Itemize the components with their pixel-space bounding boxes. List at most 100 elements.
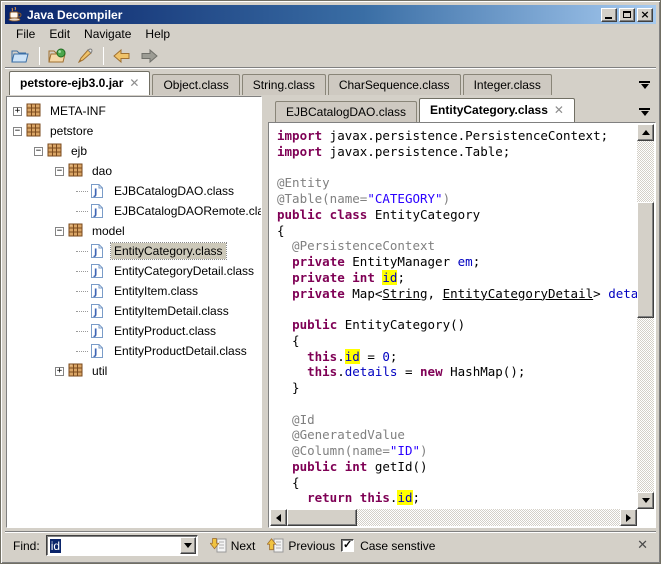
tree-item-label: dao <box>89 163 115 179</box>
tree-item[interactable]: JEntityCategory.class <box>7 241 261 261</box>
tree-item-label: EntityItem.class <box>111 283 201 299</box>
menu-help[interactable]: Help <box>138 25 177 43</box>
tab-close-icon[interactable]: ✕ <box>554 105 564 115</box>
tree-connector <box>76 251 88 252</box>
collapse-icon[interactable]: − <box>13 127 22 136</box>
tree-item-label: EntityItemDetail.class <box>111 303 232 319</box>
code-line <box>277 396 637 412</box>
jar-tab[interactable]: Object.class <box>152 74 239 95</box>
vertical-scroll-thumb[interactable] <box>637 202 654 318</box>
tree-item[interactable]: − dao <box>7 161 261 181</box>
vertical-scrollbar[interactable] <box>637 124 654 509</box>
svg-text:J: J <box>93 288 97 298</box>
jar-tab[interactable]: petstore-ejb3.0.jar✕ <box>9 71 150 95</box>
package-icon <box>26 103 43 119</box>
scroll-left-icon[interactable] <box>270 509 287 526</box>
class-icon: J <box>90 303 107 319</box>
class-icon: J <box>90 243 107 259</box>
tab-label: CharSequence.class <box>339 78 450 92</box>
main-content: +META-INF−petstore−ejb−daoJEJBCatalogDAO… <box>5 95 656 529</box>
find-bar: Find: id Next Previo <box>5 531 656 559</box>
tab-label: Integer.class <box>474 78 541 92</box>
tree-item[interactable]: J EntityItem.class <box>7 281 261 301</box>
tree-item[interactable]: JEntityProduct.class <box>7 321 261 341</box>
package-icon <box>26 123 43 139</box>
code-line: @Id <box>277 412 637 428</box>
menu-bar: FileEditNavigateHelp <box>5 24 656 44</box>
horizontal-scrollbar[interactable] <box>270 509 637 526</box>
jar-tab[interactable]: Integer.class <box>463 74 552 95</box>
menu-navigate[interactable]: Navigate <box>77 25 138 43</box>
find-previous-button[interactable]: Previous <box>267 537 335 554</box>
tree-item[interactable]: JEntityCategoryDetail.class <box>7 261 261 281</box>
maximize-button[interactable] <box>619 8 635 22</box>
tree-item[interactable]: − ejb <box>7 141 261 161</box>
find-close-icon[interactable]: ✕ <box>637 538 648 553</box>
find-input-value: id <box>50 539 61 553</box>
tree-item-label: EntityCategory.class <box>111 243 226 259</box>
tree-item-label: ejb <box>68 143 90 159</box>
tree-item[interactable]: +META-INF <box>7 101 261 121</box>
tree-item[interactable]: JEntityItemDetail.class <box>7 301 261 321</box>
collapse-icon[interactable]: − <box>55 227 64 236</box>
coffee-cup-icon <box>8 7 23 22</box>
forward-icon[interactable] <box>137 45 161 67</box>
collapse-icon[interactable]: − <box>55 167 64 176</box>
menu-file[interactable]: File <box>9 25 42 43</box>
tree-item-label: EntityProductDetail.class <box>111 343 250 359</box>
tab-overflow-icon[interactable] <box>639 81 650 89</box>
toolbar <box>5 44 656 68</box>
tree-item-label: EJBCatalogDAORemote.class <box>111 203 262 219</box>
scroll-down-icon[interactable] <box>637 492 654 509</box>
code-line: @PersistenceContext <box>277 238 637 254</box>
tree-item[interactable]: +util <box>7 361 261 381</box>
scroll-up-icon[interactable] <box>637 124 654 141</box>
horizontal-scroll-thumb[interactable] <box>287 509 357 526</box>
find-next-button[interactable]: Next <box>210 537 256 554</box>
code-line <box>277 160 637 176</box>
code-view[interactable]: import javax.persistence.PersistenceCont… <box>270 124 637 509</box>
title-bar[interactable]: Java Decompiler × <box>5 5 656 24</box>
expand-icon[interactable]: + <box>13 107 22 116</box>
tab-overflow-icon[interactable] <box>639 108 650 116</box>
code-line: @Column(name="ID") <box>277 443 637 459</box>
find-input[interactable]: id <box>46 535 198 556</box>
code-panel: import javax.persistence.PersistenceCont… <box>268 122 656 528</box>
toolbar-separator <box>103 47 104 65</box>
case-sensitive-checkbox[interactable]: ✓ <box>341 539 354 552</box>
class-icon: J <box>90 283 107 299</box>
collapse-icon[interactable]: − <box>34 147 43 156</box>
code-line: this.id = 0; <box>277 349 637 365</box>
minimize-button[interactable] <box>601 8 617 22</box>
tree-item-label: EJBCatalogDAO.class <box>111 183 237 199</box>
menu-edit[interactable]: Edit <box>42 25 77 43</box>
scroll-right-icon[interactable] <box>620 509 637 526</box>
expand-icon[interactable]: + <box>55 367 64 376</box>
source-tab[interactable]: EntityCategory.class✕ <box>419 98 575 122</box>
svg-text:J: J <box>93 348 97 358</box>
package-icon <box>68 163 85 179</box>
code-line: { <box>277 333 637 349</box>
back-icon[interactable] <box>110 45 134 67</box>
code-line: private int id; <box>277 270 637 286</box>
package-icon <box>68 223 85 239</box>
tree-item[interactable]: J EntityProductDetail.class <box>7 341 261 361</box>
open-file-icon[interactable] <box>9 45 33 67</box>
find-dropdown-icon[interactable] <box>180 537 196 554</box>
source-panel: EJBCatalogDAO.classEntityCategory.class✕… <box>267 95 656 528</box>
case-sensitive-label: Case senstive <box>360 539 435 553</box>
tree-item[interactable]: −model <box>7 221 261 241</box>
jar-tab[interactable]: String.class <box>242 74 326 95</box>
tree-item[interactable]: JEJBCatalogDAORemote.class <box>7 201 261 221</box>
tree-item-label: petstore <box>47 123 96 139</box>
open-type-icon[interactable] <box>46 45 70 67</box>
search-icon[interactable] <box>73 45 97 67</box>
tree-item[interactable]: − petstore <box>7 121 261 141</box>
source-tab[interactable]: EJBCatalogDAO.class <box>275 101 417 122</box>
tree-item[interactable]: JEJBCatalogDAO.class <box>7 181 261 201</box>
jar-tab[interactable]: CharSequence.class <box>328 74 461 95</box>
tab-close-icon[interactable]: ✕ <box>129 78 139 88</box>
close-button[interactable]: × <box>637 8 653 22</box>
tree-item-label: EntityCategoryDetail.class <box>111 263 257 279</box>
code-line: @Table(name="CATEGORY") <box>277 191 637 207</box>
